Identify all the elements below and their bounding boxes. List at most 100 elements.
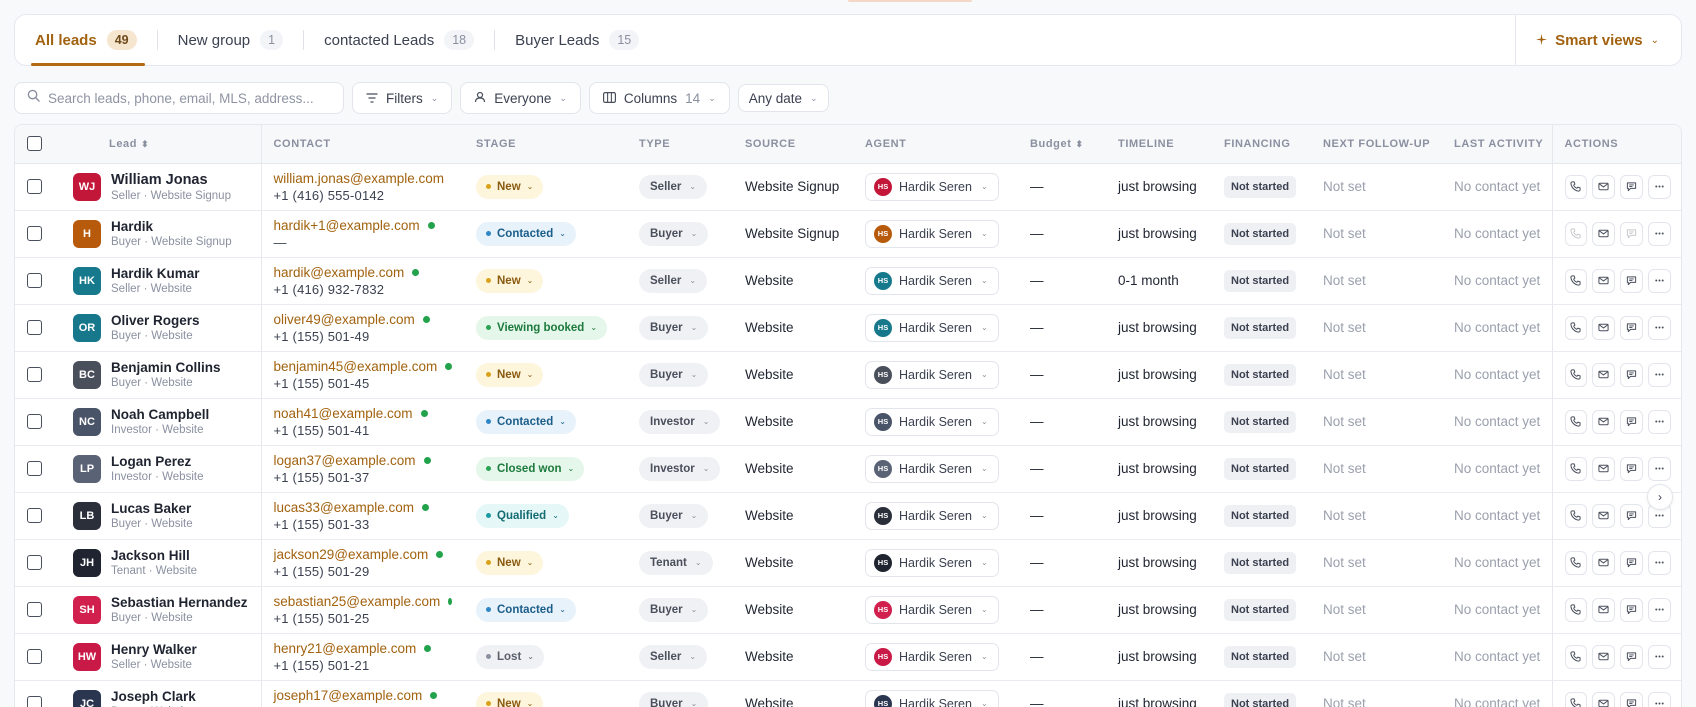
- column-header-lead[interactable]: Lead ⬍: [61, 125, 262, 164]
- lead-email-link[interactable]: benjamin45@example.com: [274, 359, 438, 374]
- type-dropdown[interactable]: Buyer ⌄: [639, 221, 709, 246]
- stage-dropdown[interactable]: Contacted ⌄: [476, 597, 576, 622]
- tab-all-leads[interactable]: All leads 49: [15, 15, 157, 66]
- table-row[interactable]: OR Oliver Rogers Buyer · Website oliver4…: [15, 304, 1681, 352]
- call-button[interactable]: [1564, 550, 1588, 575]
- email-button[interactable]: [1592, 315, 1616, 340]
- message-button[interactable]: [1620, 174, 1644, 199]
- scroll-right-button[interactable]: ›: [1647, 484, 1673, 510]
- row-checkbox[interactable]: [27, 320, 42, 336]
- smart-views-button[interactable]: Smart views ⌄: [1515, 15, 1681, 65]
- email-button[interactable]: [1592, 362, 1616, 387]
- more-actions-button[interactable]: [1648, 268, 1671, 293]
- message-button[interactable]: [1620, 221, 1644, 246]
- lead-email-link[interactable]: jackson29@example.com: [274, 547, 429, 562]
- type-dropdown[interactable]: Seller ⌄: [639, 644, 708, 669]
- select-all-checkbox[interactable]: [27, 136, 42, 152]
- table-row[interactable]: HK Hardik Kumar Seller · Website hardik@…: [15, 257, 1681, 305]
- row-checkbox[interactable]: [27, 414, 42, 430]
- agent-dropdown[interactable]: HS Hardik Seren ⌄: [865, 219, 999, 248]
- row-checkbox[interactable]: [27, 508, 42, 524]
- row-checkbox[interactable]: [27, 273, 42, 289]
- lead-name[interactable]: Henry Walker: [111, 642, 197, 657]
- agent-dropdown[interactable]: HS Hardik Seren ⌄: [865, 266, 999, 295]
- message-button[interactable]: [1620, 597, 1644, 622]
- agent-dropdown[interactable]: HS Hardik Seren ⌄: [865, 548, 999, 577]
- tab-new-group[interactable]: New group 1: [158, 15, 304, 65]
- email-button[interactable]: [1592, 550, 1616, 575]
- agent-dropdown[interactable]: HS Hardik Seren ⌄: [865, 501, 999, 530]
- agent-dropdown[interactable]: HS Hardik Seren ⌄: [865, 172, 999, 201]
- call-button[interactable]: [1564, 409, 1588, 434]
- email-button[interactable]: [1592, 174, 1616, 199]
- lead-cell[interactable]: HK Hardik Kumar Seller · Website: [61, 257, 262, 305]
- filters-button[interactable]: Filters ⌄: [352, 82, 453, 114]
- stage-dropdown[interactable]: New ⌄: [476, 268, 544, 293]
- type-dropdown[interactable]: Buyer ⌄: [639, 362, 709, 387]
- row-checkbox[interactable]: [27, 555, 42, 571]
- row-checkbox[interactable]: [27, 367, 42, 383]
- type-dropdown[interactable]: Buyer ⌄: [639, 597, 709, 622]
- table-row[interactable]: JC Joseph Clark Buyer · Website joseph17…: [15, 680, 1681, 707]
- lead-cell[interactable]: HW Henry Walker Seller · Website: [61, 633, 262, 681]
- more-actions-button[interactable]: [1648, 315, 1671, 340]
- table-row[interactable]: H Hardik Buyer · Website Signup hardik+1…: [15, 210, 1681, 258]
- lead-cell[interactable]: H Hardik Buyer · Website Signup: [61, 210, 262, 258]
- more-actions-button[interactable]: [1648, 456, 1671, 481]
- lead-email-link[interactable]: joseph17@example.com: [274, 688, 423, 703]
- lead-email-link[interactable]: william.jonas@example.com: [274, 171, 445, 186]
- type-dropdown[interactable]: Investor ⌄: [639, 456, 721, 481]
- type-dropdown[interactable]: Seller ⌄: [639, 268, 708, 293]
- date-filter-dropdown[interactable]: Any date ⌄: [737, 84, 829, 112]
- type-dropdown[interactable]: Buyer ⌄: [639, 315, 709, 340]
- lead-name[interactable]: Sebastian Hernandez: [111, 595, 248, 610]
- tab-buyer-leads[interactable]: Buyer Leads 15: [495, 15, 659, 65]
- email-button[interactable]: [1592, 503, 1616, 528]
- type-dropdown[interactable]: Buyer ⌄: [639, 691, 709, 707]
- tab-contacted-leads[interactable]: contacted Leads 18: [304, 15, 494, 65]
- agent-dropdown[interactable]: HS Hardik Seren ⌄: [865, 360, 999, 389]
- lead-name[interactable]: Hardik: [111, 219, 232, 234]
- everyone-dropdown[interactable]: Everyone ⌄: [460, 82, 581, 114]
- lead-name[interactable]: Logan Perez: [111, 454, 203, 469]
- table-row[interactable]: LP Logan Perez Investor · Website logan3…: [15, 445, 1681, 493]
- type-dropdown[interactable]: Buyer ⌄: [639, 503, 709, 528]
- agent-dropdown[interactable]: HS Hardik Seren ⌄: [865, 595, 999, 624]
- lead-email-link[interactable]: noah41@example.com: [274, 406, 413, 421]
- stage-dropdown[interactable]: Contacted ⌄: [476, 409, 576, 434]
- more-actions-button[interactable]: [1648, 174, 1671, 199]
- lead-email-link[interactable]: hardik+1@example.com: [274, 218, 420, 233]
- call-button[interactable]: [1564, 597, 1588, 622]
- stage-dropdown[interactable]: Viewing booked ⌄: [476, 315, 608, 340]
- columns-button[interactable]: Columns 14 ⌄: [588, 82, 730, 114]
- email-button[interactable]: [1592, 268, 1616, 293]
- lead-name[interactable]: Benjamin Collins: [111, 360, 221, 375]
- message-button[interactable]: [1620, 503, 1644, 528]
- email-button[interactable]: [1592, 597, 1616, 622]
- column-header-budget[interactable]: Budget ⬍: [1018, 125, 1106, 164]
- agent-dropdown[interactable]: HS Hardik Seren ⌄: [865, 454, 999, 483]
- lead-cell[interactable]: WJ William Jonas Seller · Website Signup: [61, 163, 262, 211]
- more-actions-button[interactable]: [1648, 597, 1671, 622]
- row-checkbox[interactable]: [27, 649, 42, 665]
- stage-dropdown[interactable]: New ⌄: [476, 550, 544, 575]
- email-button[interactable]: [1592, 691, 1616, 707]
- call-button[interactable]: [1564, 456, 1588, 481]
- row-checkbox[interactable]: [27, 602, 42, 618]
- lead-cell[interactable]: BC Benjamin Collins Buyer · Website: [61, 351, 262, 399]
- lead-email-link[interactable]: henry21@example.com: [274, 641, 417, 656]
- lead-cell[interactable]: JC Joseph Clark Buyer · Website: [61, 680, 262, 707]
- row-checkbox[interactable]: [27, 461, 42, 477]
- stage-dropdown[interactable]: Closed won ⌄: [476, 456, 585, 481]
- table-row[interactable]: JH Jackson Hill Tenant · Website jackson…: [15, 539, 1681, 587]
- lead-email-link[interactable]: logan37@example.com: [274, 453, 416, 468]
- stage-dropdown[interactable]: Lost ⌄: [476, 644, 544, 669]
- lead-name[interactable]: Joseph Clark: [111, 689, 196, 704]
- lead-email-link[interactable]: lucas33@example.com: [274, 500, 415, 515]
- message-button[interactable]: [1620, 550, 1644, 575]
- call-button[interactable]: [1564, 644, 1588, 669]
- stage-dropdown[interactable]: New ⌄: [476, 174, 544, 199]
- email-button[interactable]: [1592, 644, 1616, 669]
- table-row[interactable]: SH Sebastian Hernandez Buyer · Website s…: [15, 586, 1681, 634]
- type-dropdown[interactable]: Investor ⌄: [639, 409, 721, 434]
